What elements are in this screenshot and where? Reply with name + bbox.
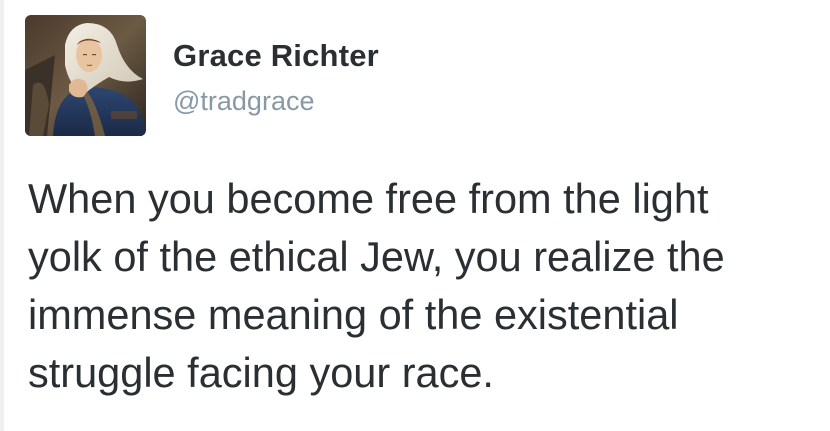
card-border [0,0,4,431]
author-display-name[interactable]: Grace Richter [173,38,379,74]
author-handle[interactable]: @tradgrace [173,86,314,117]
tweet-text-line: yolk of the ethical Jew, you realize the [28,233,725,280]
profile-avatar[interactable] [25,15,146,136]
tweet-text-line: When you become free from the light [28,175,709,222]
tweet-text-line: immense meaning of the existential [28,291,679,338]
tweet-text: When you become free from the light yolk… [28,170,818,402]
avatar-portrait-icon [25,15,146,136]
tweet-text-line: struggle facing your race. [28,349,494,396]
tweet-card: Grace Richter @tradgrace When you become… [0,0,830,431]
